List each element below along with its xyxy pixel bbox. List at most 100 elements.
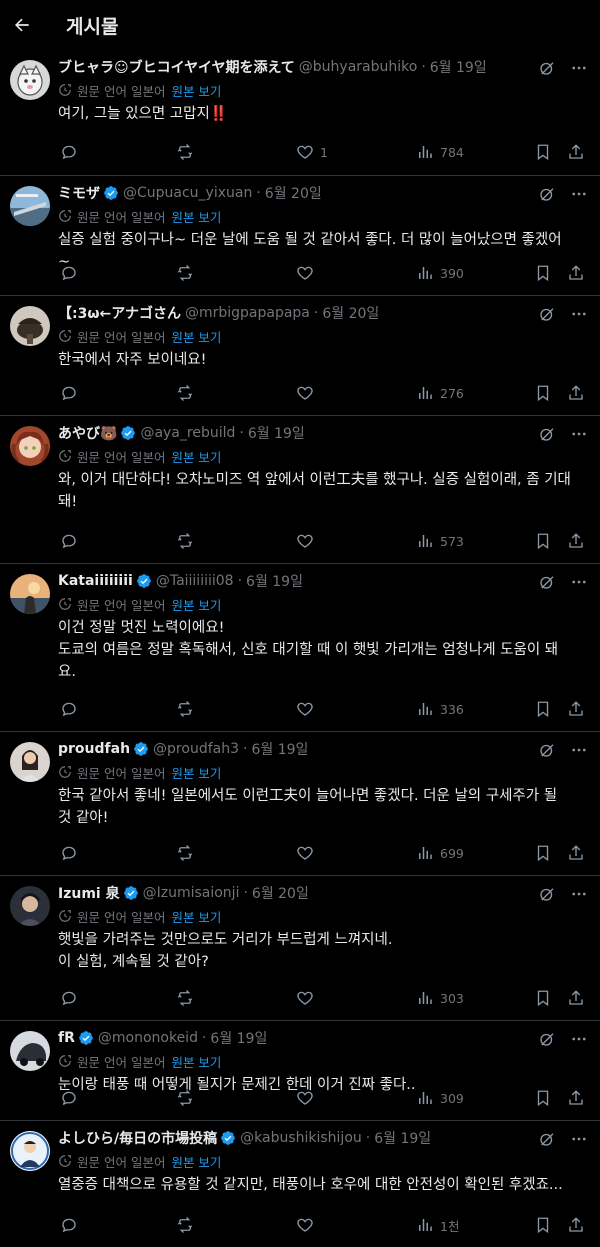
display-name[interactable]: ミモザ (58, 183, 100, 203)
share-button[interactable] (567, 1089, 585, 1107)
avatar[interactable] (10, 742, 50, 782)
like-button[interactable] (296, 1089, 320, 1107)
user-handle[interactable]: @proudfah3 (153, 741, 239, 757)
grok-icon[interactable] (538, 573, 556, 591)
display-name[interactable]: Kataiiiiiiii (58, 573, 133, 589)
repost-button[interactable] (176, 1089, 194, 1107)
like-button[interactable] (296, 264, 320, 282)
views-button[interactable]: 699 (416, 844, 464, 862)
views-button[interactable]: 303 (416, 989, 464, 1007)
post[interactable]: ミモザ @Cupuacu_yixuan · 6월 20일 원문 언어 일본어 원본 보기 실… (0, 175, 600, 295)
views-button[interactable]: 390 (416, 264, 464, 282)
post-date[interactable]: 6월 19일 (246, 571, 303, 591)
user-handle[interactable]: @mononokeid (98, 1030, 198, 1046)
show-original-link[interactable]: 원본 보기 (171, 447, 221, 466)
show-original-link[interactable]: 원본 보기 (171, 1152, 221, 1171)
reply-button[interactable] (60, 989, 78, 1007)
more-options-icon[interactable] (570, 741, 588, 759)
like-button[interactable]: 1 (296, 143, 328, 161)
more-options-icon[interactable] (570, 185, 588, 203)
post[interactable]: よしひら/毎日の市場投稿 @kabushikishijou · 6월 19일 원문 언어… (0, 1120, 600, 1247)
post-date[interactable]: 6월 20일 (265, 183, 322, 203)
post-date[interactable]: 6월 19일 (374, 1128, 431, 1148)
post[interactable]: あやび🐻 @aya_rebuild · 6월 19일 원문 언어 일본어 원본 보기 와, … (0, 415, 600, 563)
grok-icon[interactable] (538, 1130, 556, 1148)
reply-button[interactable] (60, 1089, 78, 1107)
avatar[interactable] (10, 306, 50, 346)
like-button[interactable] (296, 1216, 320, 1234)
user-handle[interactable]: @kabushikishijou (240, 1130, 362, 1146)
show-original-link[interactable]: 원본 보기 (171, 327, 221, 346)
display-name[interactable]: あやび🐻 (58, 423, 117, 443)
bookmark-button[interactable] (534, 264, 552, 282)
avatar[interactable] (10, 186, 50, 226)
display-name[interactable]: proudfah (58, 741, 130, 757)
show-original-link[interactable]: 원본 보기 (171, 595, 221, 614)
user-handle[interactable]: @mrbigpapapapa (185, 305, 310, 321)
like-button[interactable] (296, 384, 320, 402)
repost-button[interactable] (176, 264, 194, 282)
views-button[interactable]: 784 (416, 143, 464, 161)
share-button[interactable] (567, 1216, 585, 1234)
grok-icon[interactable] (538, 185, 556, 203)
reply-button[interactable] (60, 844, 78, 862)
user-handle[interactable]: @buhyarabuhiko (299, 59, 418, 75)
share-button[interactable] (567, 384, 585, 402)
post[interactable]: Kataiiiiiiii @Taiiiiiiii08 · 6월 19일 원문 언어 일본… (0, 563, 600, 731)
post[interactable]: ブヒャラ☺ブヒコイヤイヤ期を添えて @buhyarabuhiko · 6월 19일 원문… (0, 50, 600, 175)
post-date[interactable]: 6월 19일 (248, 423, 305, 443)
bookmark-button[interactable] (534, 844, 552, 862)
show-original-link[interactable]: 원본 보기 (171, 763, 221, 782)
user-handle[interactable]: @Taiiiiiiii08 (156, 573, 234, 589)
avatar[interactable] (10, 60, 50, 100)
bookmark-button[interactable] (534, 1216, 552, 1234)
share-button[interactable] (567, 844, 585, 862)
avatar[interactable] (10, 574, 50, 614)
more-options-icon[interactable] (570, 1030, 588, 1048)
avatar[interactable] (10, 1131, 50, 1171)
avatar[interactable] (10, 886, 50, 926)
views-button[interactable]: 1천 (416, 1216, 459, 1235)
more-options-icon[interactable] (570, 425, 588, 443)
post[interactable]: 【:3ω←アナゴさん @mrbigpapapapa · 6월 20일 원문 언어 일본어… (0, 295, 600, 415)
bookmark-button[interactable] (534, 532, 552, 550)
repost-button[interactable] (176, 143, 194, 161)
bookmark-button[interactable] (534, 143, 552, 161)
display-name[interactable]: よしひら/毎日の市場投稿 (58, 1128, 217, 1148)
post-date[interactable]: 6월 20일 (322, 303, 379, 323)
repost-button[interactable] (176, 532, 194, 550)
repost-button[interactable] (176, 1216, 194, 1234)
post-date[interactable]: 6월 20일 (252, 883, 309, 903)
like-button[interactable] (296, 844, 320, 862)
back-arrow-icon[interactable] (12, 15, 32, 35)
reply-button[interactable] (60, 532, 78, 550)
like-button[interactable] (296, 700, 320, 718)
reply-button[interactable] (60, 264, 78, 282)
post[interactable]: proudfah @proudfah3 · 6월 19일 원문 언어 일본어 원본 보기 한… (0, 731, 600, 875)
share-button[interactable] (567, 532, 585, 550)
like-button[interactable] (296, 532, 320, 550)
views-button[interactable]: 573 (416, 532, 464, 550)
reply-button[interactable] (60, 143, 78, 161)
reply-button[interactable] (60, 1216, 78, 1234)
post[interactable]: fR @mononokeid · 6월 19일 원문 언어 일본어 원본 보기 눈이랑 태풍… (0, 1020, 600, 1120)
show-original-link[interactable]: 원본 보기 (171, 81, 221, 100)
display-name[interactable]: 【:3ω←アナゴさん (58, 303, 181, 323)
show-original-link[interactable]: 원본 보기 (171, 207, 221, 226)
like-button[interactable] (296, 989, 320, 1007)
grok-icon[interactable] (538, 885, 556, 903)
show-original-link[interactable]: 원본 보기 (171, 907, 221, 926)
display-name[interactable]: Izumi 泉 (58, 883, 120, 903)
grok-icon[interactable] (538, 425, 556, 443)
repost-button[interactable] (176, 989, 194, 1007)
display-name[interactable]: fR (58, 1030, 75, 1046)
user-handle[interactable]: @Izumisaionji (143, 885, 240, 901)
repost-button[interactable] (176, 384, 194, 402)
share-button[interactable] (567, 700, 585, 718)
more-options-icon[interactable] (570, 885, 588, 903)
share-button[interactable] (567, 989, 585, 1007)
bookmark-button[interactable] (534, 1089, 552, 1107)
views-button[interactable]: 309 (416, 1089, 464, 1107)
more-options-icon[interactable] (570, 573, 588, 591)
views-button[interactable]: 336 (416, 700, 464, 718)
